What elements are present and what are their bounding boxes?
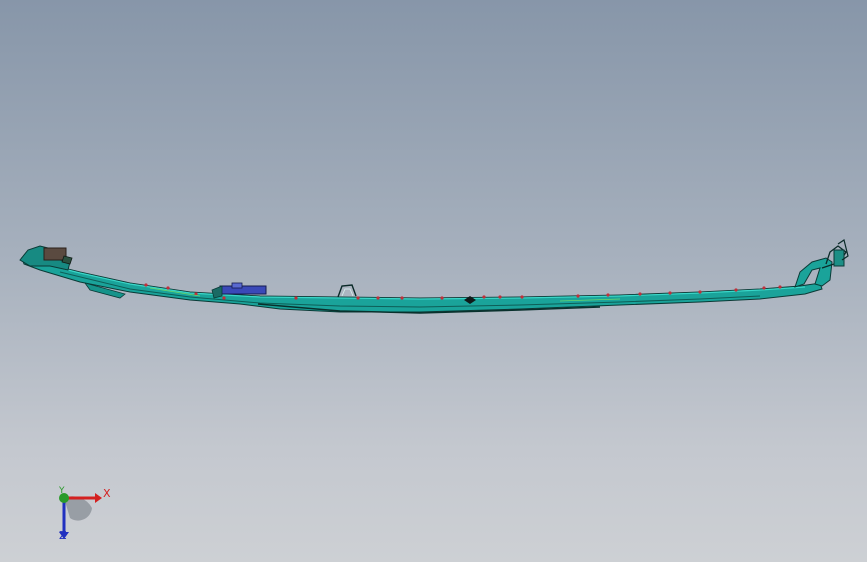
center-bracket — [337, 284, 357, 298]
graphics-viewport[interactable]: X Y Z — [0, 0, 867, 562]
x-axis-label: X — [103, 487, 111, 500]
z-axis-label: Z — [59, 529, 67, 542]
clip-module — [219, 285, 267, 295]
left-end-connector — [43, 247, 67, 261]
right-end-connector — [833, 249, 845, 267]
center-bracket-inner — [341, 288, 354, 297]
clip-module-cap — [231, 282, 243, 289]
clip-module-arm — [211, 285, 223, 299]
x-axis-head — [95, 493, 102, 503]
rail-body — [21, 257, 823, 313]
cad-model-rail[interactable] — [0, 0, 867, 562]
y-axis-label: Y — [59, 486, 65, 496]
coordinate-triad: X Y Z — [40, 478, 120, 548]
